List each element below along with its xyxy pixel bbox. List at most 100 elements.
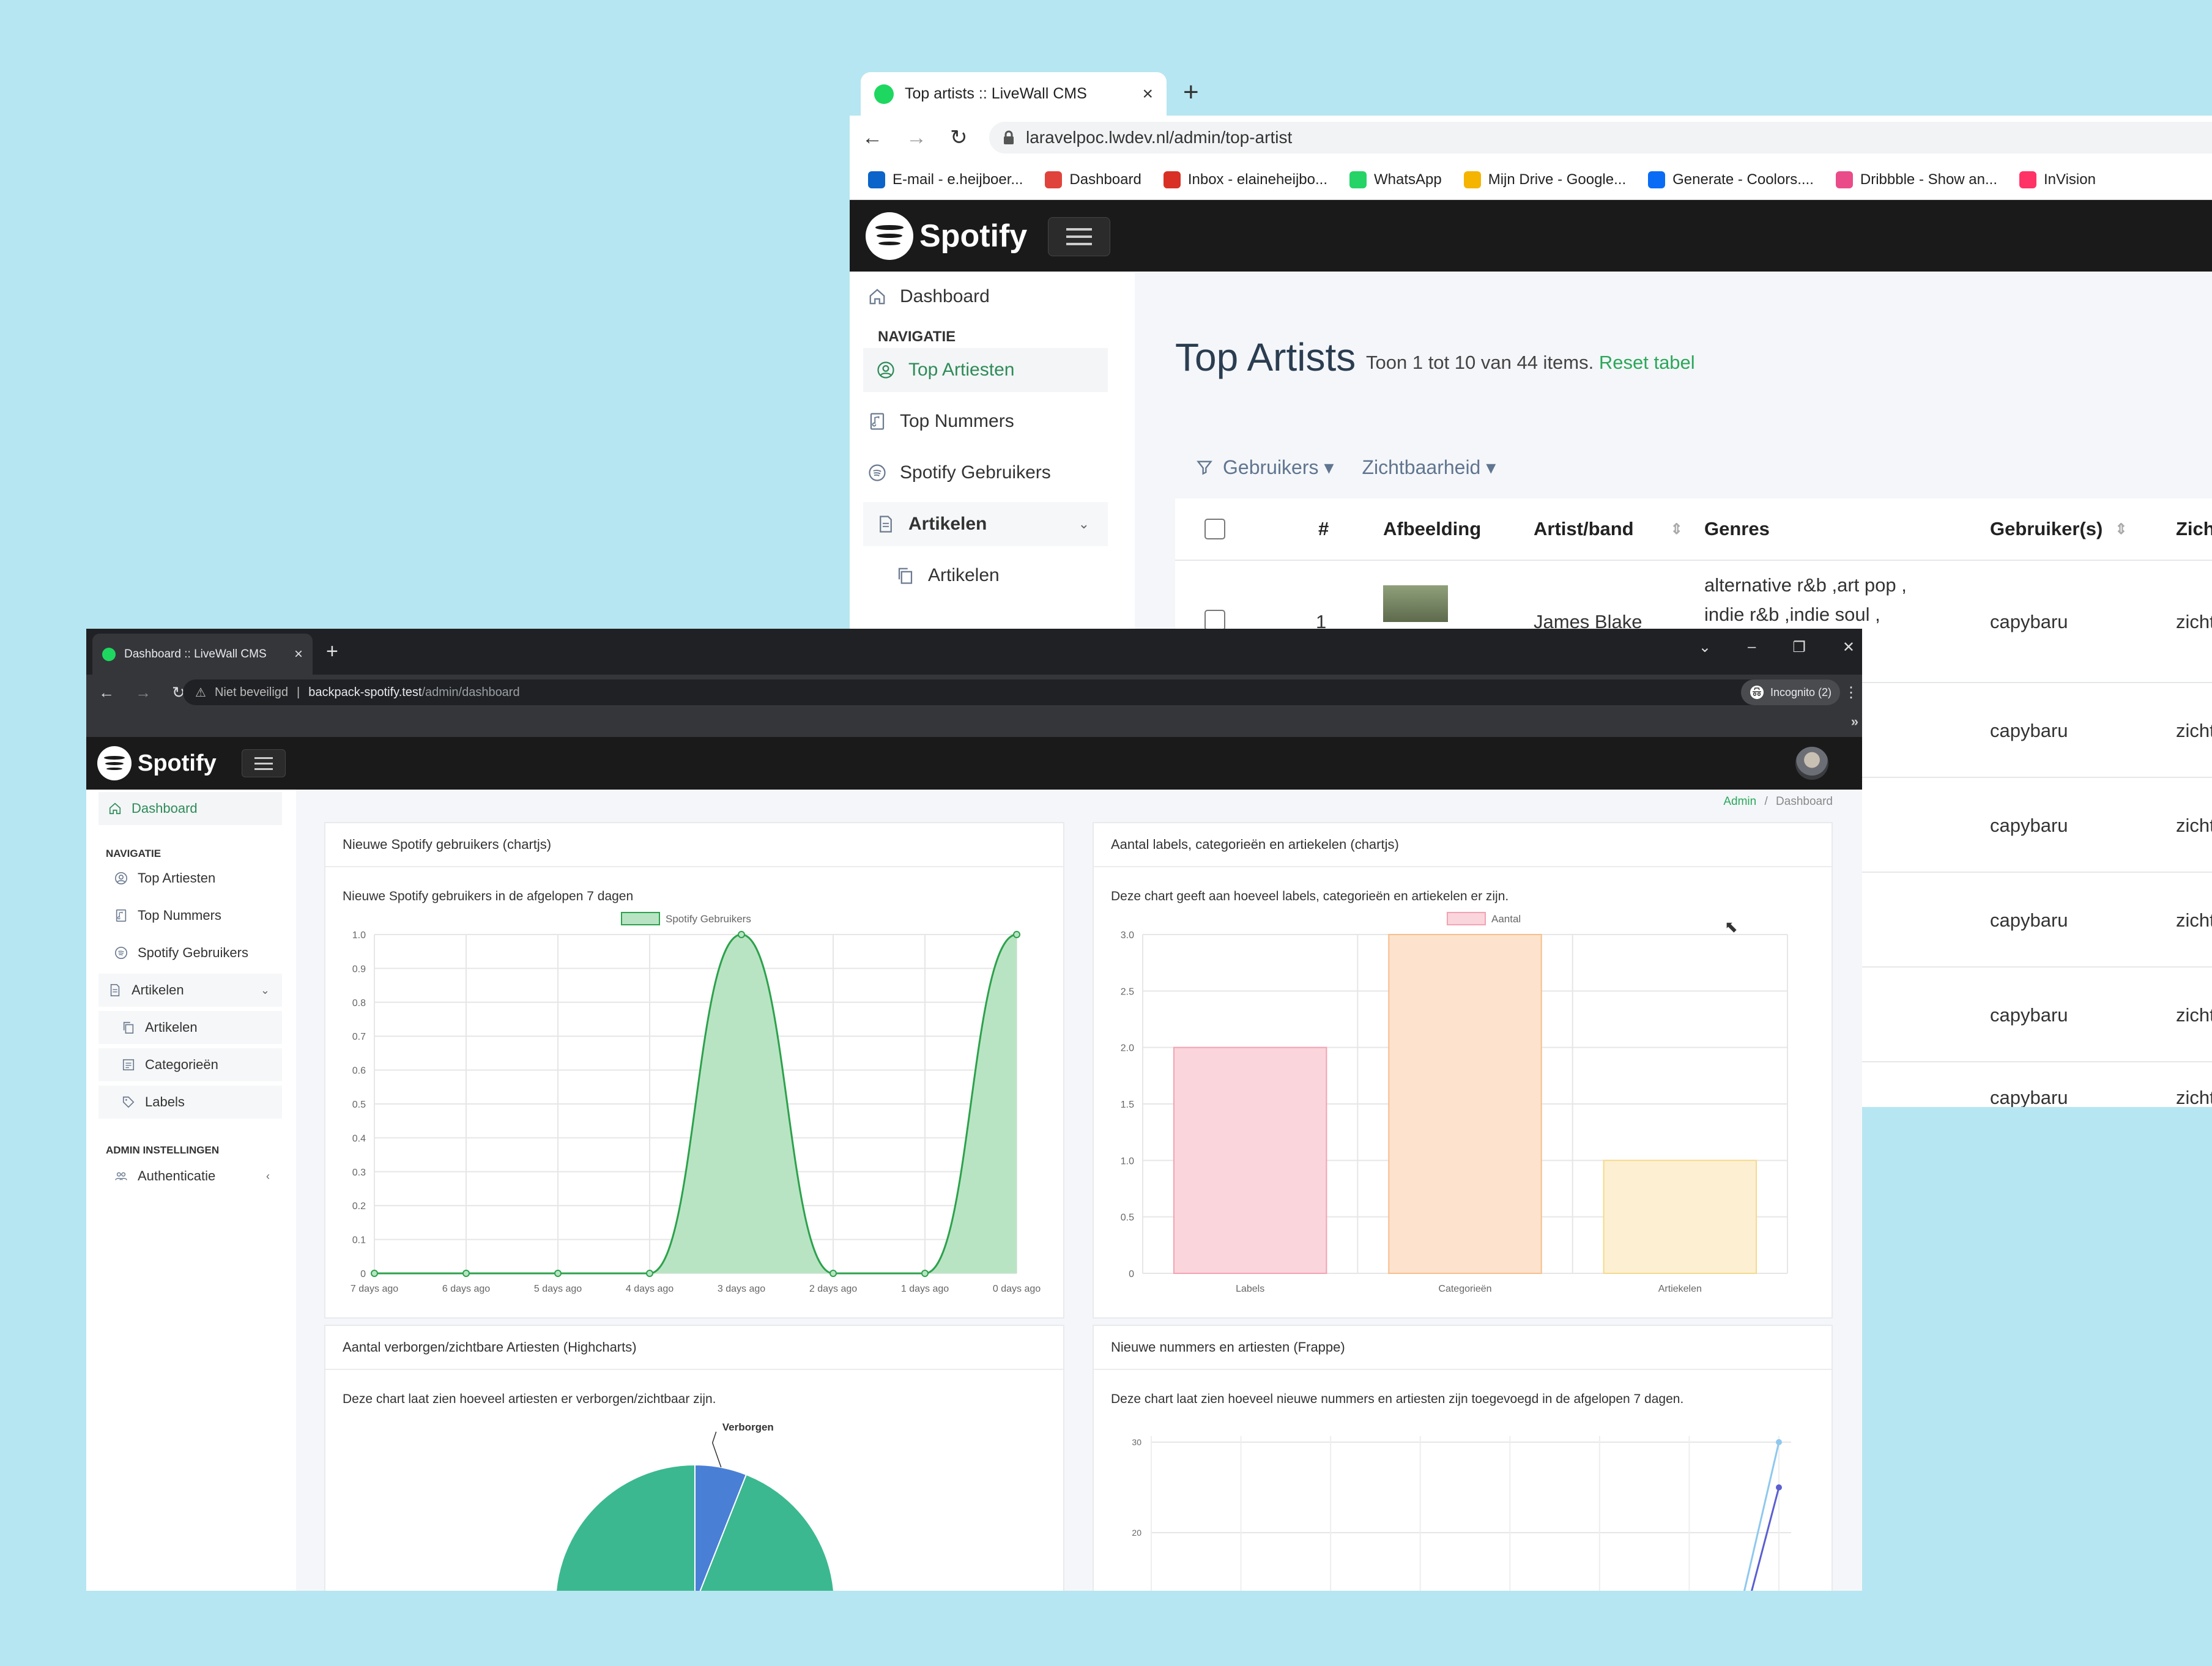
data-point[interactable] (371, 1270, 378, 1277)
close-tab-icon[interactable]: × (294, 646, 303, 663)
bookmark-item[interactable]: E-mail - e.heijboer... (868, 171, 1023, 188)
sidebar-item-categories[interactable]: Categorieën (98, 1048, 282, 1081)
sidebar-item-labels[interactable]: Labels (98, 1086, 282, 1119)
sidebar-item-articles-group[interactable]: Artikelen ⌄ (98, 974, 282, 1007)
front-sidebar: Dashboard NAVIGATIE Top Artiesten Top Nu… (86, 790, 296, 1591)
y-tick-label: 20 (1132, 1528, 1141, 1538)
user-circle-icon (114, 872, 128, 885)
front-bookmarks-bar: » (86, 710, 1862, 737)
data-point[interactable] (830, 1270, 837, 1277)
row-user: capybaru (1990, 611, 2068, 632)
data-point[interactable] (1776, 1484, 1782, 1490)
back-tab-strip: Top artists :: LiveWall CMS × + (850, 70, 2212, 116)
spotify-icon (868, 464, 886, 482)
sidebar-item-spotify-users[interactable]: Spotify Gebruikers (868, 451, 1113, 495)
data-point[interactable] (1013, 931, 1020, 938)
new-tab-button[interactable]: + (326, 641, 338, 662)
sidebar-item-top-tracks[interactable]: Top Nummers (868, 399, 1113, 443)
incognito-icon (1750, 685, 1764, 700)
back-app-header: Spotify (850, 200, 2212, 272)
bookmark-item[interactable]: Dribbble - Show an... (1835, 171, 1997, 188)
row-user: capybaru (1990, 719, 2068, 741)
list-icon (122, 1058, 135, 1072)
data-point[interactable] (554, 1270, 562, 1277)
sidebar-item-top-artists[interactable]: Top Artiesten (863, 348, 1108, 392)
close-window-button[interactable]: ✕ (1843, 639, 1855, 656)
url-path: /admin/dashboard (421, 685, 520, 699)
column-header-users[interactable]: Gebruiker(s) ⇕ (1990, 498, 2127, 560)
sidebar-item-articles[interactable]: Artikelen (98, 1011, 282, 1044)
bookmark-item[interactable]: Dashboard (1045, 171, 1141, 188)
reload-icon[interactable]: ↻ (950, 125, 968, 150)
bookmark-item[interactable]: Generate - Coolors.... (1648, 171, 1814, 188)
spotify-logo-icon (97, 746, 132, 780)
bookmark-item[interactable]: InVision (2019, 171, 2096, 188)
x-tick-label: 2 days ago (809, 1284, 857, 1294)
new-tab-button[interactable]: + (1183, 79, 1199, 106)
x-tick-label: 1 days ago (901, 1284, 949, 1294)
document-icon (877, 515, 895, 533)
kebab-menu-icon[interactable]: ⋮ (1844, 684, 1858, 702)
bookmark-label: E-mail - e.heijboer... (893, 171, 1023, 188)
bookmark-item[interactable]: WhatsApp (1349, 171, 1442, 188)
bar[interactable] (1603, 1160, 1757, 1274)
y-tick-label: 1.5 (1121, 1100, 1134, 1110)
restore-button[interactable]: ❐ (1792, 639, 1806, 656)
select-all-checkbox[interactable] (1204, 498, 1225, 560)
front-toolbar: ← → ↻ ⚠ Niet beveiligd | backpack-spotif… (86, 675, 1862, 710)
hamburger-menu-button[interactable] (242, 749, 286, 777)
sidebar-item-label: Top Nummers (900, 411, 1014, 431)
sidebar-item-top-tracks[interactable]: Top Nummers (105, 899, 288, 932)
avatar[interactable] (1795, 747, 1828, 780)
sidebar-item-dashboard[interactable]: Dashboard (98, 792, 282, 825)
x-tick-label: Labels (1236, 1284, 1264, 1294)
reset-table-link[interactable]: Reset tabel (1599, 352, 1695, 373)
spotify-logo[interactable]: Spotify (866, 212, 1027, 260)
bookmark-favicon-icon (1463, 171, 1481, 188)
front-browser-tab[interactable]: Dashboard :: LiveWall CMS × (92, 634, 313, 675)
filter-visibility-dropdown[interactable]: Zichtbaarheid ▾ (1362, 456, 1496, 479)
sidebar-item-articles[interactable]: Artikelen (896, 553, 1141, 598)
pie-slice[interactable] (555, 1464, 834, 1591)
copy-icon (896, 566, 915, 585)
minimize-button[interactable]: – (1748, 639, 1756, 656)
back-arrow-icon[interactable]: ← (98, 683, 114, 702)
bookmark-item[interactable]: Mijn Drive - Google... (1463, 171, 1626, 188)
forward-arrow-icon[interactable]: → (906, 126, 927, 150)
filter-users-dropdown[interactable]: Gebruikers ▾ (1223, 456, 1334, 479)
sidebar-item-authentication[interactable]: Authenticatie ‹ (105, 1160, 288, 1193)
lock-icon (1003, 130, 1015, 145)
data-point[interactable] (921, 1270, 929, 1277)
bookmark-favicon-icon (1349, 171, 1367, 188)
page-subtitle: Toon 1 tot 10 van 44 items. Reset tabel (1366, 352, 1695, 374)
hamburger-menu-button[interactable] (1048, 217, 1110, 256)
breadcrumb-admin-link[interactable]: Admin (1723, 795, 1756, 808)
front-address-bar[interactable]: ⚠ Niet beveiligd | backpack-spotify.test… (183, 679, 1798, 705)
bookmark-favicon-icon (2019, 171, 2036, 188)
forward-arrow-icon[interactable]: → (135, 683, 151, 702)
bar[interactable] (1388, 934, 1542, 1274)
sidebar-item-top-artists[interactable]: Top Artiesten (105, 862, 288, 895)
data-point[interactable] (462, 1270, 470, 1277)
incognito-badge[interactable]: Incognito (2) (1740, 679, 1840, 705)
sidebar-item-articles-group[interactable]: Artikelen ⌄ (863, 502, 1108, 546)
row-visibility: zichtb (2176, 909, 2212, 931)
sidebar-item-dashboard[interactable]: Dashboard (868, 275, 1113, 319)
bar[interactable] (1173, 1046, 1327, 1274)
spotify-logo[interactable]: Spotify (97, 746, 217, 780)
brand-name: Spotify (919, 218, 1028, 254)
bookmark-item[interactable]: Inbox - elaineheijbo... (1163, 171, 1327, 188)
close-tab-icon[interactable]: × (1142, 84, 1153, 105)
tab-search-icon[interactable]: ⌄ (1699, 639, 1711, 656)
back-browser-tab[interactable]: Top artists :: LiveWall CMS × (861, 72, 1167, 116)
data-point[interactable] (646, 1270, 653, 1277)
data-point[interactable] (738, 931, 745, 938)
sidebar-section-heading: NAVIGATIE (106, 848, 161, 859)
data-point[interactable] (1776, 1439, 1782, 1445)
more-bookmarks-icon[interactable]: » (1851, 714, 1858, 730)
card-visibility-chart: Aantal verborgen/zichtbare Artiesten (Hi… (324, 1325, 1064, 1591)
column-header-artist[interactable]: Artist/band ⇕ (1534, 498, 1683, 560)
sidebar-item-spotify-users[interactable]: Spotify Gebruikers (105, 936, 288, 969)
back-arrow-icon[interactable]: ← (862, 126, 883, 150)
back-address-bar[interactable]: laravelpoc.lwdev.nl/admin/top-artist (989, 122, 2212, 154)
